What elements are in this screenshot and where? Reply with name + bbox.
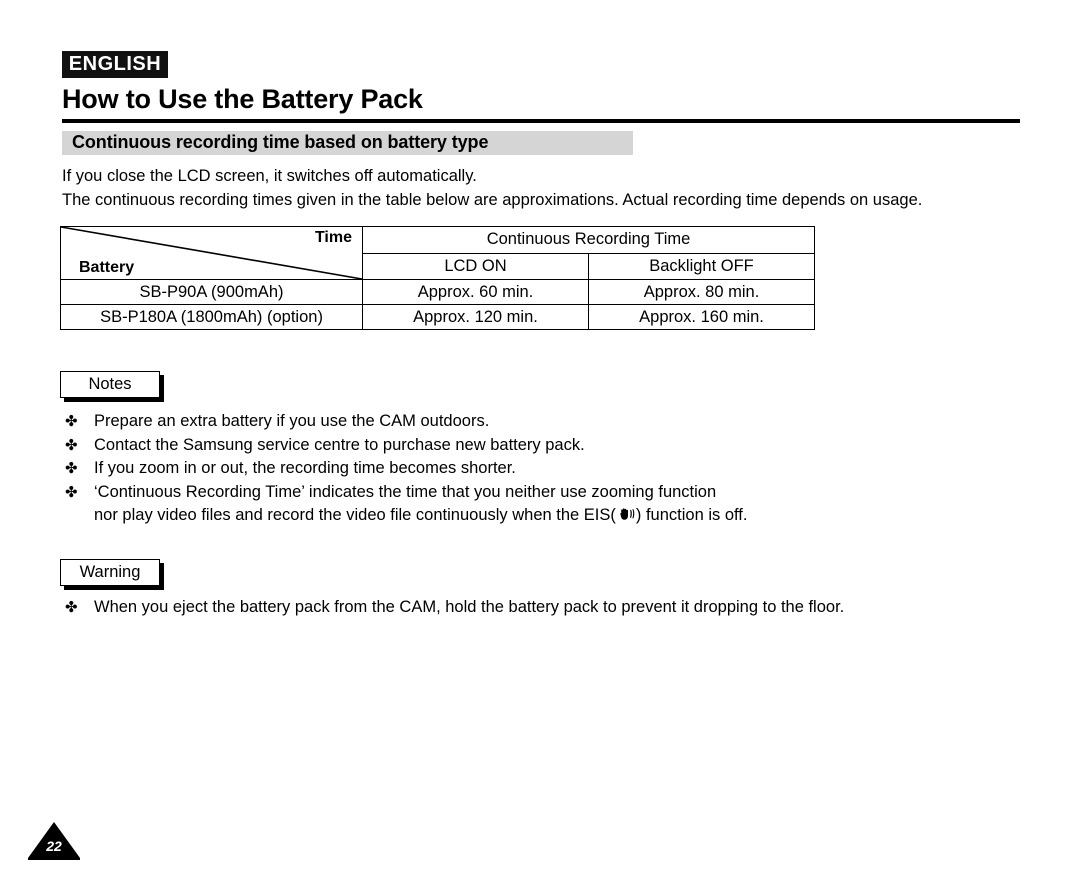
list-item: ✤ If you zoom in or out, the recording t… [62, 457, 1022, 481]
title-divider [62, 119, 1020, 123]
language-badge: ENGLISH [62, 51, 168, 78]
page-number-rule [28, 858, 80, 860]
bullet-floret-icon: ✤ [65, 436, 78, 454]
bullet-floret-icon: ✤ [65, 599, 78, 616]
corner-label-battery: Battery [79, 259, 135, 276]
list-item-text: ‘Continuous Recording Time’ indicates th… [94, 481, 1022, 531]
page-title: How to Use the Battery Pack [62, 84, 423, 114]
notes-callout-box: Notes [60, 371, 164, 402]
list-item: ✤ When you eject the battery pack from t… [62, 596, 1022, 620]
table-row: SB-P180A (1800mAh) (option) Approx. 120 … [60, 304, 816, 330]
bullet-floret-icon: ✤ [65, 460, 78, 477]
document-page: ENGLISH How to Use the Battery Pack Cont… [0, 0, 1080, 880]
list-item-text: Contact the Samsung service centre to pu… [94, 435, 585, 454]
table-subheader-lcd-on: LCD ON [362, 252, 589, 280]
warning-callout-box: Warning [60, 559, 164, 590]
section-subtitle: Continuous recording time based on batte… [72, 132, 489, 152]
intro-line-2: The continuous recording times given in … [62, 191, 923, 209]
warning-list: ✤ When you eject the battery pack from t… [62, 596, 1022, 620]
bullet-floret-icon: ✤ [65, 483, 78, 501]
list-item: ✤ ‘Continuous Recording Time’ indicates … [62, 481, 1022, 531]
table-group-header: Continuous Recording Time [361, 226, 816, 254]
list-item-text: Prepare an extra battery if you use the … [94, 412, 490, 430]
table-header-row: Time Battery Continuous Recording Time [60, 226, 816, 280]
warning-callout-label: Warning [60, 559, 160, 586]
cell-backlight-off-time: Approx. 80 min. [587, 279, 816, 305]
cell-lcd-on-time: Approx. 60 min. [362, 279, 589, 305]
intro-line-1: If you close the LCD screen, it switches… [62, 167, 477, 185]
notes-callout-label: Notes [60, 371, 160, 398]
list-item: ✤ Contact the Samsung service centre to … [62, 434, 1022, 458]
cell-battery-name: SB-P90A (900mAh) [60, 279, 363, 305]
list-item-line-1: ‘Continuous Recording Time’ indicates th… [94, 482, 717, 501]
cell-lcd-on-time: Approx. 120 min. [362, 304, 589, 330]
table-subheader-backlight-off: Backlight OFF [587, 252, 816, 280]
corner-label-time: Time [314, 229, 352, 246]
cell-backlight-off-time: Approx. 160 min. [587, 304, 816, 330]
list-item: ✤ Prepare an extra battery if you use th… [62, 410, 1022, 434]
table-row: SB-P90A (900mAh) Approx. 60 min. Approx.… [60, 279, 816, 305]
bullet-floret-icon: ✤ [65, 413, 78, 430]
list-item-text: If you zoom in or out, the recording tim… [94, 459, 516, 477]
cell-battery-name: SB-P180A (1800mAh) (option) [60, 304, 363, 330]
list-item-line-2: nor play video files and record the vide… [94, 504, 1022, 531]
page-number: 22 [46, 838, 62, 854]
eis-anti-shake-icon [617, 507, 635, 531]
eis-text-after: ) function is off. [635, 506, 748, 524]
list-item-text: When you eject the battery pack from the… [94, 598, 845, 616]
recording-time-table: Time Battery Continuous Recording Time L… [60, 226, 816, 330]
notes-list: ✤ Prepare an extra battery if you use th… [62, 410, 1022, 531]
table-corner-cell: Time Battery [60, 226, 363, 280]
eis-text-before: nor play video files and record the vide… [94, 506, 616, 524]
intro-paragraph: If you close the LCD screen, it switches… [62, 164, 1012, 212]
page-number-marker: 22 [28, 822, 80, 858]
